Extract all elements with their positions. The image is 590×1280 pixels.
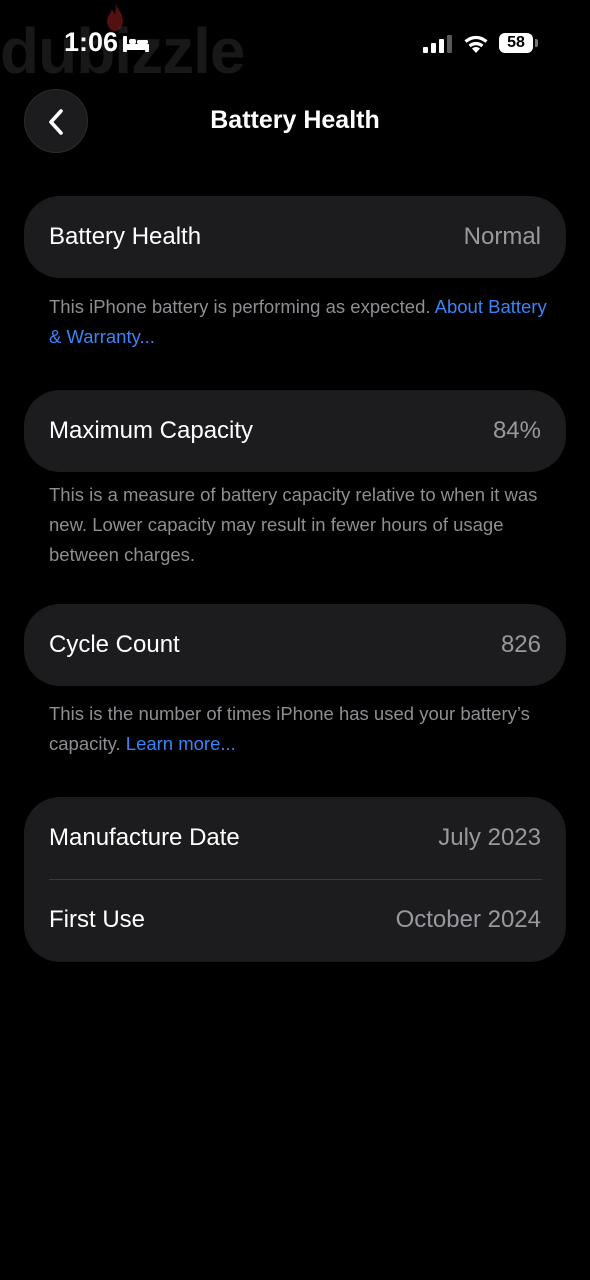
status-time: 1:06 bbox=[64, 27, 119, 57]
cycle-count-footnote-text: This is the number of times iPhone has u… bbox=[49, 703, 530, 754]
cycle-count-label: Cycle Count bbox=[49, 631, 180, 658]
manufacture-date-label: Manufacture Date bbox=[49, 824, 240, 851]
dates-card: Manufacture Date July 2023 First Use Oct… bbox=[24, 797, 566, 962]
wifi-icon bbox=[464, 35, 488, 53]
battery-health-footnote-text: This iPhone battery is performing as exp… bbox=[49, 296, 431, 317]
maximum-capacity-row: Maximum Capacity 84% bbox=[24, 390, 566, 472]
first-use-row: First Use October 2024 bbox=[24, 879, 566, 961]
battery-health-row: Battery Health Normal bbox=[24, 196, 566, 278]
cycle-count-card: Cycle Count 826 bbox=[24, 604, 566, 686]
first-use-label: First Use bbox=[49, 906, 145, 933]
manufacture-date-row: Manufacture Date July 2023 bbox=[24, 797, 566, 879]
manufacture-date-value: July 2023 bbox=[438, 824, 541, 851]
battery-indicator: 58 bbox=[499, 33, 533, 53]
first-use-value: October 2024 bbox=[395, 906, 541, 933]
battery-health-label: Battery Health bbox=[49, 223, 202, 250]
cycle-count-footnote: This is the number of times iPhone has u… bbox=[49, 699, 549, 759]
maximum-capacity-value: 84% bbox=[492, 417, 541, 444]
page-title: Battery Health bbox=[210, 106, 380, 134]
cycle-count-value: 826 bbox=[500, 631, 541, 658]
maximum-capacity-card: Maximum Capacity 84% bbox=[24, 390, 566, 472]
battery-health-card: Battery Health Normal bbox=[24, 196, 566, 278]
learn-more-link[interactable]: Learn more... bbox=[126, 733, 236, 754]
maximum-capacity-label: Maximum Capacity bbox=[49, 417, 254, 444]
battery-health-footnote: This iPhone battery is performing as exp… bbox=[49, 292, 549, 352]
status-bar: dubizzle 1:06 58 bbox=[0, 0, 590, 88]
cycle-count-row: Cycle Count 826 bbox=[24, 604, 566, 686]
sleep-focus-icon bbox=[123, 36, 149, 52]
cellular-signal-icon bbox=[423, 35, 452, 53]
battery-health-value: Normal bbox=[463, 223, 541, 250]
maximum-capacity-footnote: This is a measure of battery capacity re… bbox=[49, 484, 538, 565]
battery-tip bbox=[535, 39, 538, 47]
